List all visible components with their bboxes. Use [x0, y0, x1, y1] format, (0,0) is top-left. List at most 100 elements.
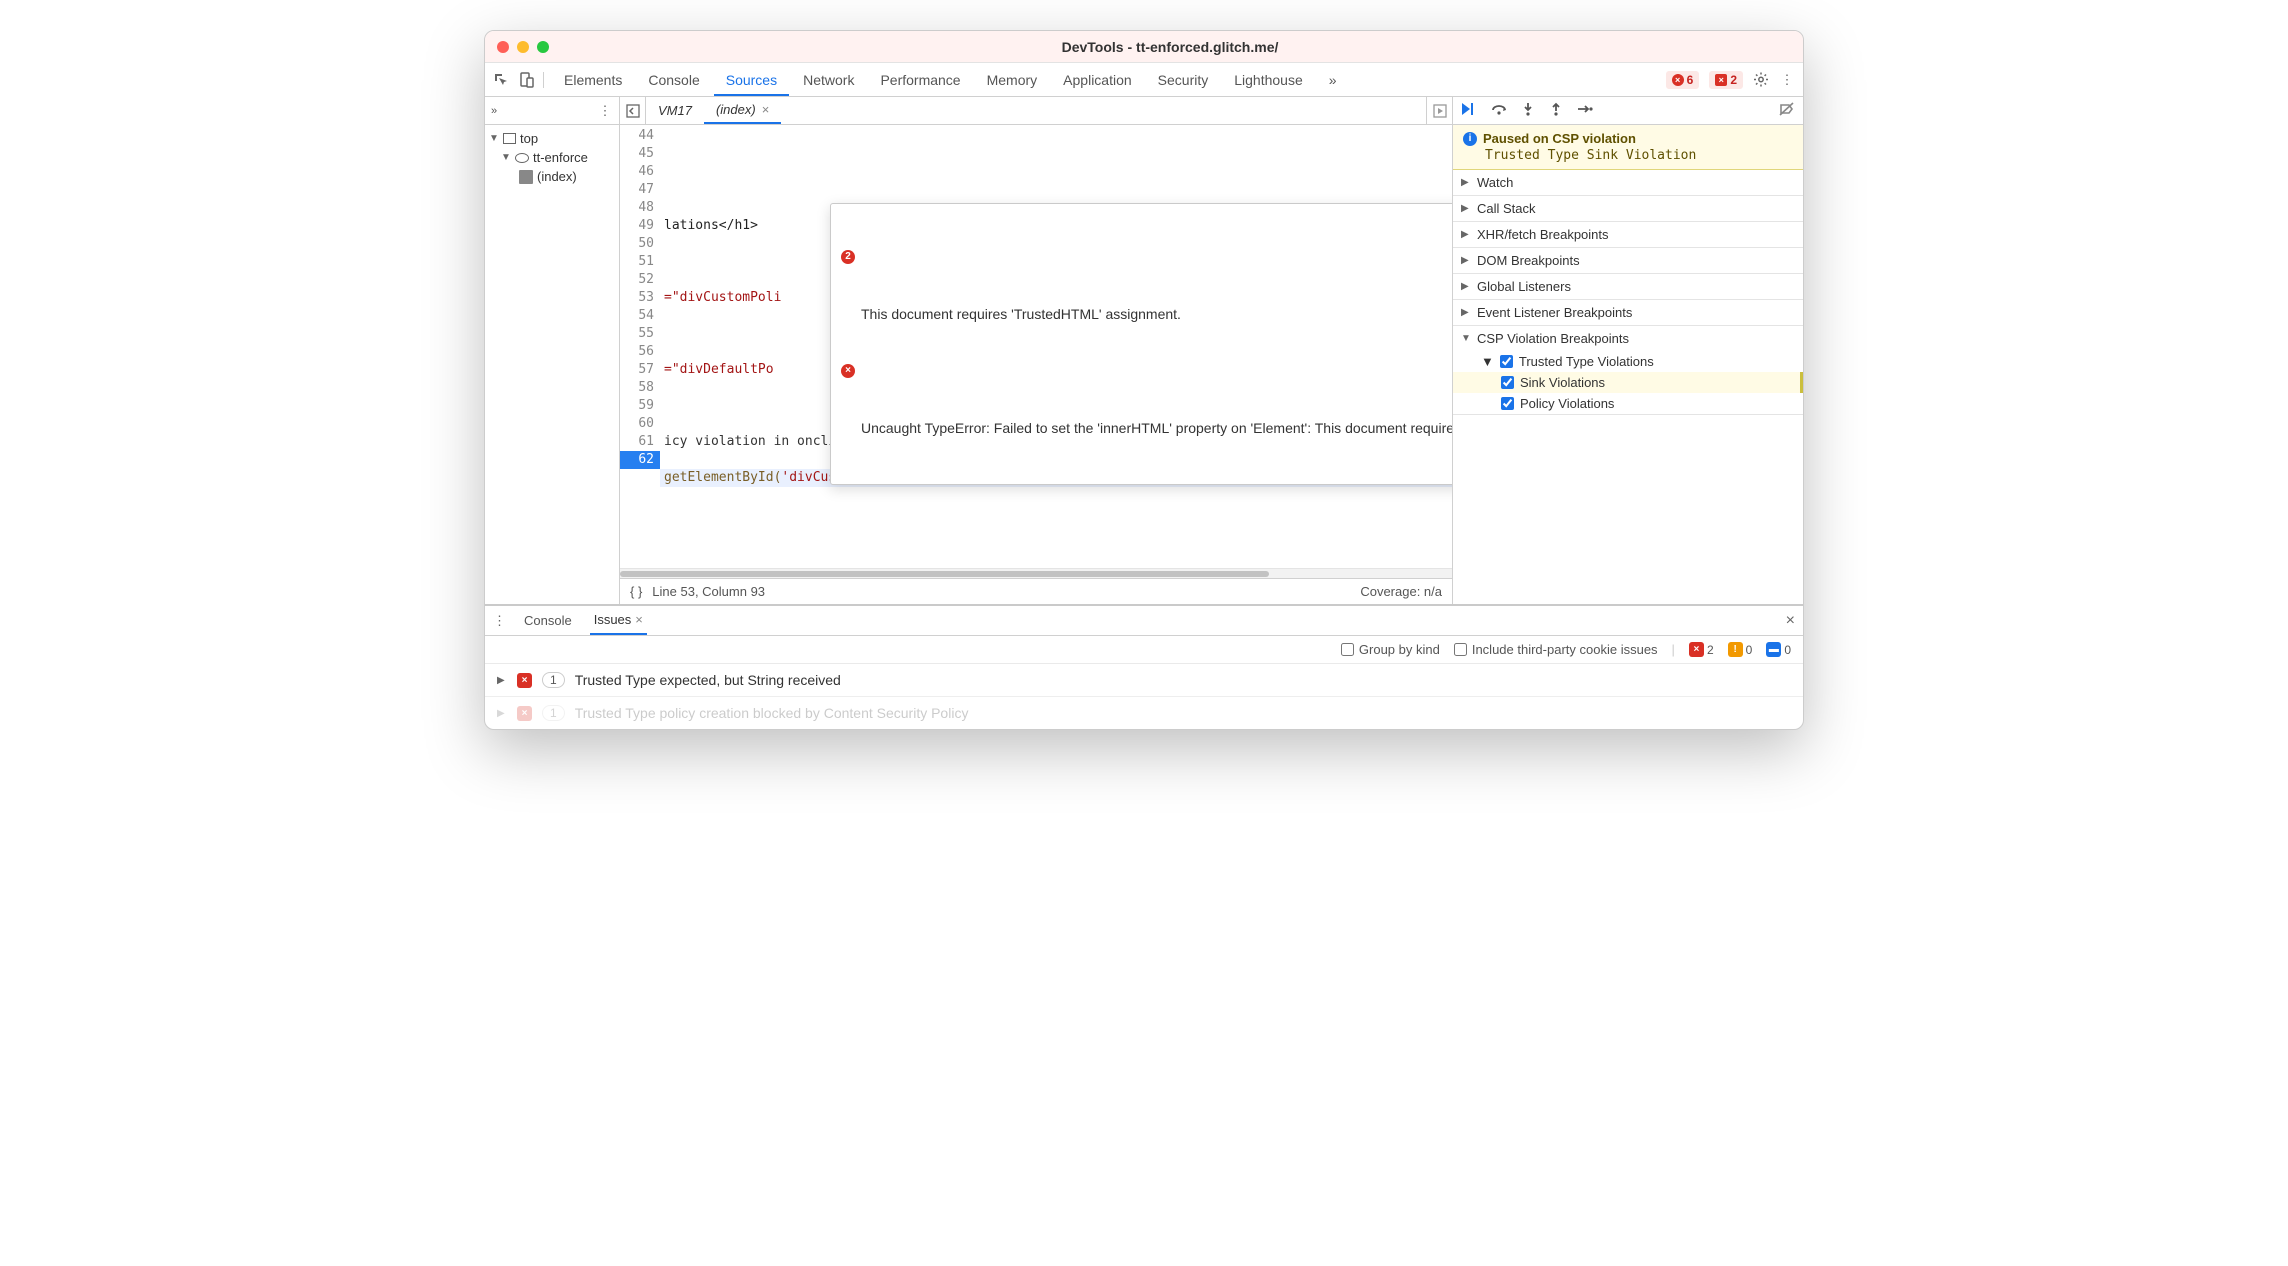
pretty-print-icon[interactable]: { }: [630, 584, 642, 599]
drawer: ⋮ Console Issues× × Group by kind Includ…: [485, 604, 1803, 729]
tab-application[interactable]: Application: [1051, 64, 1144, 96]
error-count-badge[interactable]: ×6: [1666, 71, 1700, 89]
error-tooltip: 2 This document requires 'TrustedHTML' a…: [830, 203, 1452, 485]
run-snippet-icon[interactable]: [1426, 97, 1452, 124]
resume-icon[interactable]: [1461, 102, 1477, 119]
paused-title: Paused on CSP violation: [1483, 131, 1636, 146]
section-csp-violation[interactable]: ▼CSP Violation Breakpoints: [1453, 326, 1803, 351]
step-out-icon[interactable]: [1549, 102, 1563, 119]
issue-count-blue: ▬0: [1766, 642, 1791, 657]
close-tab-icon[interactable]: ×: [762, 102, 770, 117]
drawer-tab-console[interactable]: Console: [520, 607, 576, 634]
tab-security[interactable]: Security: [1146, 64, 1221, 96]
line-gutter: 44454647484950515253545556575859606162: [620, 125, 660, 568]
nav-history-icon[interactable]: [620, 97, 646, 124]
issue-count-red: ×2: [1689, 642, 1714, 657]
drawer-tab-issues[interactable]: Issues×: [590, 606, 647, 635]
drawer-tabs: ⋮ Console Issues× ×: [485, 606, 1803, 636]
minimize-window-button[interactable]: [517, 41, 529, 53]
zoom-window-button[interactable]: [537, 41, 549, 53]
cursor-position: Line 53, Column 93: [652, 584, 765, 599]
tooltip-err-icon: ×: [841, 364, 855, 378]
code-lines: lations</h1> ="divCustomPoli ="divDefaul…: [660, 125, 1452, 568]
tt-checkbox[interactable]: [1500, 355, 1513, 368]
file-tree: ▼top ▼tt-enforce (index): [485, 125, 619, 190]
frame-icon: [503, 133, 516, 144]
tab-performance[interactable]: Performance: [868, 64, 972, 96]
info-icon: i: [1463, 132, 1477, 146]
source-tabs: VM17 (index)×: [620, 97, 1452, 125]
tab-network[interactable]: Network: [791, 64, 866, 96]
issue-row-2[interactable]: ▶ × 1 Trusted Type policy creation block…: [485, 697, 1803, 729]
tab-memory[interactable]: Memory: [975, 64, 1050, 96]
tab-console[interactable]: Console: [636, 64, 711, 96]
window-title: DevTools - tt-enforced.glitch.me/: [549, 39, 1791, 55]
gear-icon[interactable]: [1753, 72, 1769, 88]
group-by-kind-toggle[interactable]: Group by kind: [1341, 642, 1440, 657]
kebab-icon[interactable]: ⋮: [1779, 72, 1795, 88]
deactivate-breakpoints-icon[interactable]: [1779, 102, 1795, 119]
section-xhr[interactable]: ▶XHR/fetch Breakpoints: [1453, 222, 1803, 247]
include-thirdparty-toggle[interactable]: Include third-party cookie issues: [1454, 642, 1658, 657]
step-over-icon[interactable]: [1491, 102, 1507, 119]
tooltip-count-icon: 2: [841, 250, 855, 264]
issue-title: Trusted Type expected, but String receiv…: [575, 672, 841, 688]
debugger-pane: i Paused on CSP violation Trusted Type Si…: [1453, 97, 1803, 604]
section-event[interactable]: ▶Event Listener Breakpoints: [1453, 300, 1803, 325]
trusted-type-violations[interactable]: ▼Trusted Type Violations: [1453, 351, 1803, 372]
issues-options: Group by kind Include third-party cookie…: [485, 636, 1803, 664]
issue-count: 2: [1730, 73, 1737, 87]
file-icon: [519, 170, 533, 184]
policy-violations[interactable]: Policy Violations: [1453, 393, 1803, 414]
policy-checkbox[interactable]: [1501, 397, 1514, 410]
sink-violations[interactable]: Sink Violations: [1453, 372, 1803, 393]
tree-file-index[interactable]: (index): [485, 167, 619, 186]
tooltip-message-1: This document requires 'TrustedHTML' ass…: [861, 304, 1181, 324]
error-icon: ×: [1672, 74, 1684, 86]
source-tab-vm[interactable]: VM17: [646, 97, 704, 124]
step-into-icon[interactable]: [1521, 102, 1535, 119]
section-dom[interactable]: ▶DOM Breakpoints: [1453, 248, 1803, 273]
issue-severity-icon: ×: [517, 706, 532, 721]
inspect-icon[interactable]: [493, 72, 509, 88]
titlebar: DevTools - tt-enforced.glitch.me/: [485, 31, 1803, 63]
drawer-tab-close-icon[interactable]: ×: [635, 612, 643, 627]
main-tabs: Elements Console Sources Network Perform…: [552, 64, 1662, 96]
file-navigator: » ⋮ ▼top ▼tt-enforce (index): [485, 97, 620, 604]
close-window-button[interactable]: [497, 41, 509, 53]
section-callstack[interactable]: ▶Call Stack: [1453, 196, 1803, 221]
source-tab-index[interactable]: (index)×: [704, 97, 781, 124]
nav-more[interactable]: »: [491, 105, 497, 117]
issue-row-1[interactable]: ▶ × 1 Trusted Type expected, but String …: [485, 664, 1803, 697]
tab-more[interactable]: »: [1317, 64, 1349, 96]
section-global[interactable]: ▶Global Listeners: [1453, 274, 1803, 299]
issue-occurrence-count: 1: [542, 672, 565, 688]
step-icon[interactable]: [1577, 102, 1593, 119]
code-area[interactable]: 44454647484950515253545556575859606162 l…: [620, 125, 1452, 568]
nav-kebab-icon[interactable]: ⋮: [597, 103, 613, 119]
tree-top[interactable]: ▼top: [485, 129, 619, 148]
drawer-kebab-icon[interactable]: ⋮: [493, 613, 506, 629]
editor-status-bar: { } Line 53, Column 93 Coverage: n/a: [620, 578, 1452, 604]
source-editor: VM17 (index)× 44454647484950515253545556…: [620, 97, 1453, 604]
tab-sources[interactable]: Sources: [714, 64, 789, 96]
issue-count-badge[interactable]: ×2: [1709, 71, 1743, 89]
debug-toolbar: [1453, 97, 1803, 125]
sink-checkbox[interactable]: [1501, 376, 1514, 389]
paused-detail: Trusted Type Sink Violation: [1463, 148, 1793, 163]
tab-elements[interactable]: Elements: [552, 64, 634, 96]
sources-content: » ⋮ ▼top ▼tt-enforce (index) VM17 (index…: [485, 97, 1803, 604]
tree-domain[interactable]: ▼tt-enforce: [485, 148, 619, 167]
tab-lighthouse[interactable]: Lighthouse: [1222, 64, 1315, 96]
issue-title: Trusted Type policy creation blocked by …: [575, 705, 969, 721]
cloud-icon: [515, 153, 529, 163]
section-watch[interactable]: ▶Watch: [1453, 170, 1803, 195]
window-controls: [497, 41, 549, 53]
horizontal-scrollbar[interactable]: [620, 568, 1452, 578]
issue-severity-icon: ×: [517, 673, 532, 688]
devtools-window: DevTools - tt-enforced.glitch.me/ Elemen…: [484, 30, 1804, 730]
device-icon[interactable]: [519, 72, 535, 88]
error-count: 6: [1687, 73, 1694, 87]
issue-count-orange: !0: [1728, 642, 1753, 657]
drawer-close-icon[interactable]: ×: [1786, 612, 1795, 630]
